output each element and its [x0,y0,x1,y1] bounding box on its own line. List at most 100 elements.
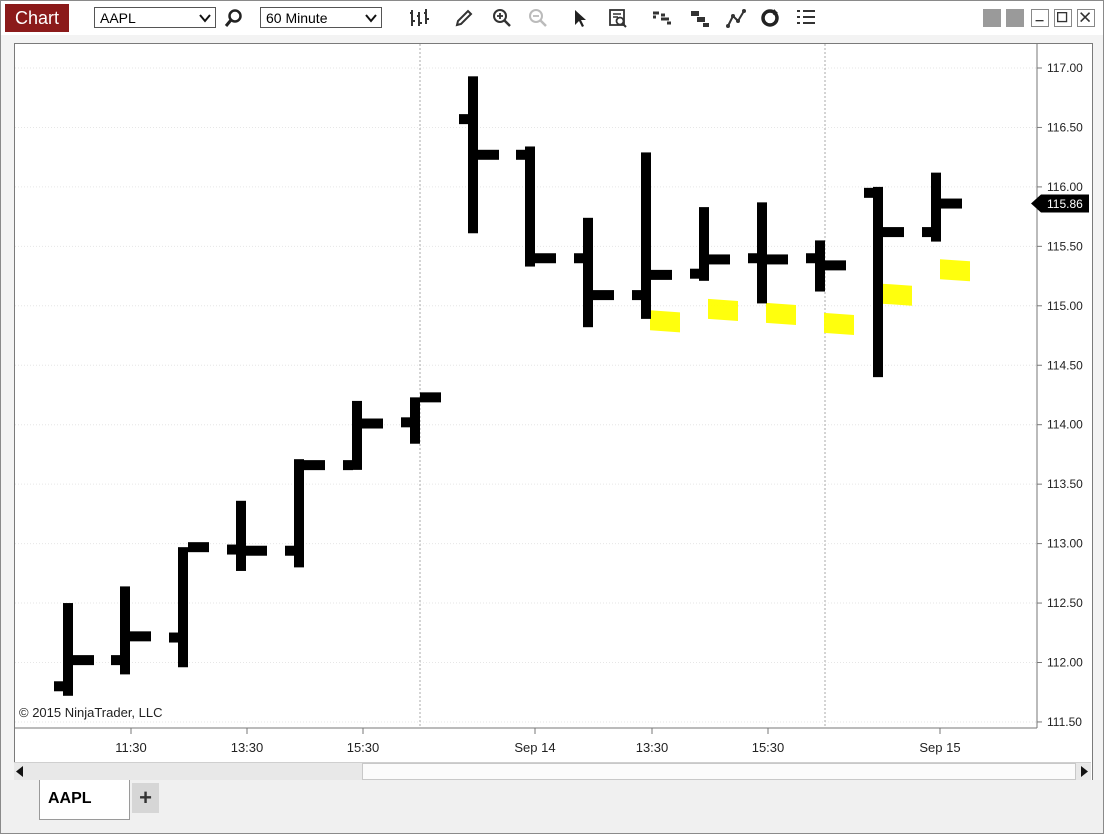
price-tick-label: 115.00 [1047,299,1083,313]
bar-close-tick [941,198,962,209]
price-tick-label: 117.00 [1047,61,1083,75]
ohlc-bar[interactable] [285,459,325,568]
ohlc-bar[interactable] [690,207,738,321]
time-tick-label: 13:30 [231,740,264,755]
price-tick-label: 116.50 [1047,120,1083,134]
bar-high-low [525,146,535,267]
price-tick-label: 113.00 [1047,537,1083,551]
bar-high-low [931,172,941,242]
bar-high-low [468,76,478,234]
bar-close-tick [130,631,151,642]
horizontal-scrollbar[interactable] [14,762,1091,780]
bar-open-tick [806,253,816,264]
bar-open-tick [343,460,353,471]
bar-open-tick [401,417,411,428]
bar-close-tick [304,460,325,471]
ohlc-bar[interactable] [169,542,209,668]
bar-close-tick [188,542,209,553]
price-tick-label: 115.50 [1047,239,1083,253]
bar-close-tick [73,655,94,666]
bar-open-tick [459,114,469,125]
ohlc-bar[interactable] [574,217,614,328]
bar-open-tick [285,545,295,556]
time-tick-label: 15:30 [752,740,785,755]
bar-close-tick [767,254,788,265]
ohlc-bar[interactable] [227,500,267,571]
bar-close-tick [825,260,846,271]
bar-highlight [650,310,680,333]
scroll-right-icon[interactable] [1080,766,1088,777]
price-tick-label: 114.50 [1047,358,1083,372]
bar-high-low [815,240,825,292]
bar-open-tick [574,253,584,264]
bar-close-tick [883,227,904,238]
time-tick-label: Sep 14 [514,740,555,755]
bar-high-low [63,603,73,696]
bar-close-tick [246,545,267,556]
bar-high-low [120,586,130,675]
bar-open-tick [516,149,526,160]
price-tick-label: 112.00 [1047,656,1083,670]
bar-high-low [352,400,362,470]
time-tick-label: 11:30 [115,740,147,755]
bar-highlight [766,302,796,326]
ohlc-bar[interactable] [922,172,970,282]
bar-high-low [873,186,883,378]
bar-close-tick [709,254,730,265]
scrollbar-thumb[interactable] [362,763,1076,780]
time-tick-label: Sep 15 [919,740,960,755]
bar-close-tick [478,149,499,160]
bar-open-tick [864,187,874,198]
price-tick-label: 113.50 [1047,477,1083,491]
bar-high-low [641,152,651,319]
tab-bar [1,780,1103,833]
ohlc-bar[interactable] [401,392,441,444]
price-tick-label: 112.50 [1047,596,1083,610]
price-tick-label: 114.00 [1047,418,1083,432]
bar-highlight [824,312,854,336]
bar-open-tick [169,632,179,643]
scroll-left-icon[interactable] [16,766,24,777]
bar-high-low [583,217,593,328]
ohlc-bar[interactable] [864,186,912,378]
bar-highlight [708,298,738,321]
ohlc-bar[interactable] [516,146,556,267]
bar-close-tick [535,253,556,264]
bar-high-low [294,459,304,568]
tab-label: AAPL [48,790,92,807]
bar-high-low [699,207,709,281]
add-tab-button[interactable]: + [132,783,159,813]
bar-close-tick [420,392,441,403]
bar-open-tick [54,681,64,692]
bar-open-tick [632,290,642,301]
bar-open-tick [690,268,700,279]
ohlc-bar[interactable] [748,202,796,326]
bar-close-tick [651,269,672,280]
ohlc-bar[interactable] [806,240,854,336]
copyright-text: © 2015 NinjaTrader, LLC [19,705,163,720]
bar-high-low [410,397,420,444]
time-tick-label: 13:30 [636,740,669,755]
bar-open-tick [111,655,121,666]
bar-close-tick [362,418,383,429]
chart-window: Chart AAPL 60 Minute 117.00 116.50 116.0… [0,0,1104,834]
bar-highlight [940,259,970,282]
price-tick-label: 111.50 [1047,715,1082,729]
bar-open-tick [227,544,237,555]
price-chart[interactable]: 117.00 116.50 116.00 115.50 115.00 114.50 114.… [1,1,1104,835]
ohlc-bar[interactable] [54,603,94,696]
time-tick-label: 15:30 [347,740,380,755]
ohlc-bar[interactable] [459,76,499,234]
ohlc-bar[interactable] [343,400,383,471]
bar-open-tick [922,227,932,238]
bar-high-low [178,547,188,668]
bar-open-tick [748,253,758,264]
bar-high-low [757,202,767,304]
bar-close-tick [593,290,614,301]
bar-high-low [236,500,246,571]
ohlc-bar[interactable] [111,586,151,675]
tab-aapl[interactable]: AAPL [39,780,130,820]
price-tick-label: 116.00 [1047,180,1083,194]
last-price-label: 115.86 [1047,197,1083,211]
bar-highlight [882,283,912,306]
